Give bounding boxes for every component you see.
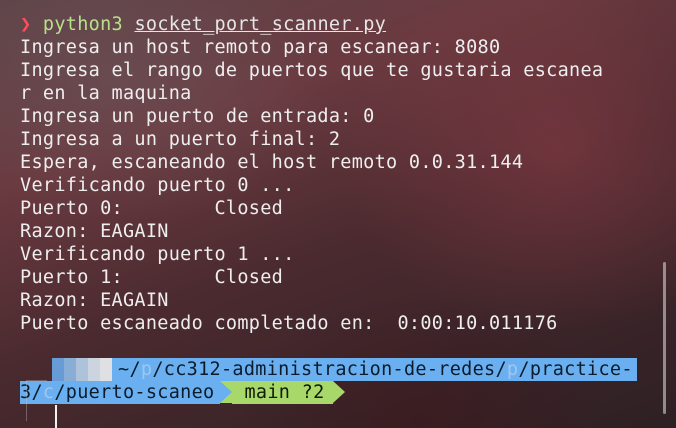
text-cursor (55, 405, 57, 428)
output-line: Espera, escaneando el host remoto 0.0.31… (20, 152, 524, 173)
output-line: Razon: EAGAIN (20, 290, 169, 311)
prompt-spacer (20, 358, 52, 381)
output-line: Ingresa un host remoto para escanear: 80… (20, 37, 501, 58)
powerline-separator-icon (332, 381, 345, 403)
path-abbrev: p (140, 359, 153, 380)
output-line: Puerto escaneado completado en: 0:00:10.… (20, 313, 558, 334)
path-home: ~/ (118, 359, 141, 380)
path-middle: /cc312-administracion-de-redes/ (152, 359, 507, 380)
shell-prompt: ~/p/cc312-administracion-de-redes/p/prac… (20, 358, 650, 404)
command-line: ❯ python3 socket_port_scanner.py (20, 13, 650, 36)
command-script-link[interactable]: socket_port_scanner.py (134, 14, 386, 35)
output-line: Ingresa un puerto de entrada: 0 (20, 106, 375, 127)
prompt-chevron-icon: ❯ (20, 14, 32, 35)
output-line: Verificando puerto 1 ... (20, 244, 295, 265)
output-line: Razon: EAGAIN (20, 221, 169, 242)
prompt-path-segment: ~/p/cc312-administracion-de-redes/p/prac… (112, 358, 637, 381)
output-line: Verificando puerto 0 ... (20, 175, 295, 196)
command-program: python3 (42, 14, 123, 35)
terminal-output: ❯ python3 socket_port_scanner.py Ingresa… (20, 13, 650, 404)
output-line: r en la maquina (20, 83, 192, 104)
git-branch-label: main ?2 (244, 382, 325, 403)
path-abbrev: p (506, 359, 519, 380)
prompt-path-line-1: ~/p/cc312-administracion-de-redes/p/prac… (20, 358, 650, 381)
prompt-path-segment-cont: 3/c/puerto-scaneo (20, 381, 221, 404)
path-end: /practice- (518, 359, 633, 380)
output-line: Ingresa a un puerto final: 2 (20, 129, 341, 150)
scrollbar-thumb[interactable] (663, 262, 666, 414)
prompt-path-line-2: 3/c/puerto-scaneo main ?2 (20, 381, 650, 404)
path-current-dir: /puerto-scaneo (54, 382, 215, 403)
powerline-separator-icon (220, 381, 233, 403)
output-line: Puerto 1: Closed (20, 267, 284, 288)
output-line: Puerto 0: Closed (20, 198, 284, 219)
prompt-connector-decoration (26, 380, 47, 421)
os-pattern-icon (52, 358, 112, 381)
git-status-segment: main ?2 (232, 381, 333, 404)
output-line: Ingresa el rango de puertos que te gusta… (20, 60, 604, 81)
